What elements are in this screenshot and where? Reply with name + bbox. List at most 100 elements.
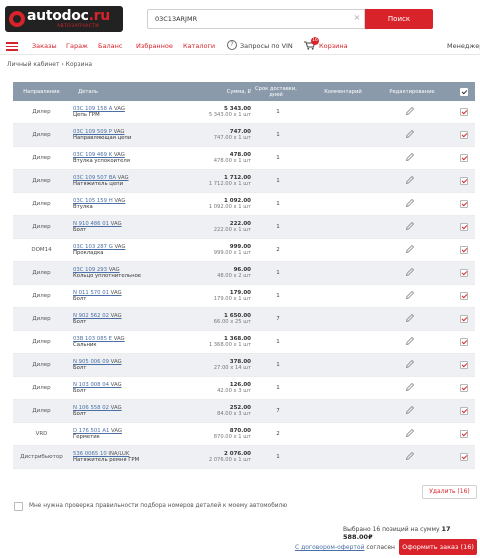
pencil-icon[interactable] — [405, 106, 415, 118]
search-button[interactable]: Поиск — [365, 9, 433, 29]
pencil-icon[interactable] — [405, 267, 415, 279]
edit-cell[interactable] — [402, 262, 418, 284]
part-code[interactable]: 03C 103 287 G — [73, 244, 113, 250]
select-cell[interactable] — [457, 354, 471, 376]
select-cell[interactable] — [457, 308, 471, 330]
pencil-icon[interactable] — [405, 359, 415, 371]
pencil-icon[interactable] — [405, 382, 415, 394]
select-cell[interactable] — [457, 193, 471, 215]
part-code[interactable]: N 905 006 09 — [73, 359, 109, 365]
part-code[interactable]: 03C 109 509 P — [73, 129, 112, 135]
select-cell[interactable] — [457, 147, 471, 169]
part-code[interactable]: 03B 103 085 E — [73, 336, 112, 342]
nav-vin-requests[interactable]: Запросы по VIN — [240, 42, 293, 50]
select-cell[interactable] — [457, 400, 471, 422]
select-cell[interactable] — [457, 170, 471, 192]
row-checkbox[interactable] — [460, 453, 468, 461]
row-term: 7 — [253, 308, 303, 330]
pencil-icon[interactable] — [405, 175, 415, 187]
edit-cell[interactable] — [402, 423, 418, 445]
pencil-icon[interactable] — [405, 451, 415, 463]
select-cell[interactable] — [457, 377, 471, 399]
part-code[interactable]: 536 0065 10 — [73, 451, 107, 457]
nav-cart[interactable]: Корзина — [319, 42, 348, 50]
select-cell[interactable] — [457, 331, 471, 353]
edit-cell[interactable] — [402, 331, 418, 353]
row-checkbox[interactable] — [460, 177, 468, 185]
part-code[interactable]: 03C 109 158 A — [73, 106, 112, 112]
part-code[interactable]: N 103 008 04 — [73, 382, 109, 388]
row-checkbox[interactable] — [460, 384, 468, 392]
row-checkbox[interactable] — [460, 108, 468, 116]
edit-cell[interactable] — [402, 400, 418, 422]
pencil-icon[interactable] — [405, 336, 415, 348]
pencil-icon[interactable] — [405, 313, 415, 325]
select-cell[interactable] — [457, 124, 471, 146]
edit-cell[interactable] — [402, 377, 418, 399]
nav-balance[interactable]: Баланс — [98, 42, 122, 50]
row-checkbox[interactable] — [460, 154, 468, 162]
pencil-icon[interactable] — [405, 221, 415, 233]
pencil-icon[interactable] — [405, 244, 415, 256]
row-checkbox[interactable] — [460, 407, 468, 415]
row-checkbox[interactable] — [460, 361, 468, 369]
part-code[interactable]: N 011 570 01 — [73, 290, 109, 296]
col-select-all[interactable] — [457, 82, 471, 101]
nav-favorites[interactable]: Избранное — [136, 42, 173, 50]
part-code[interactable]: N 106 558 02 — [73, 405, 109, 411]
edit-cell[interactable] — [402, 239, 418, 261]
part-code[interactable]: N 902 562 02 — [73, 313, 109, 319]
checkout-button[interactable]: Оформить заказ (16) — [399, 539, 477, 555]
nav-garage[interactable]: Гараж — [66, 42, 88, 50]
pencil-icon[interactable] — [405, 129, 415, 141]
select-cell[interactable] — [457, 423, 471, 445]
row-checkbox[interactable] — [460, 338, 468, 346]
offer-link[interactable]: С договором-офертой — [295, 544, 364, 551]
row-checkbox[interactable] — [460, 315, 468, 323]
row-checkbox[interactable] — [460, 269, 468, 277]
row-checkbox[interactable] — [460, 292, 468, 300]
edit-cell[interactable] — [402, 354, 418, 376]
edit-cell[interactable] — [402, 147, 418, 169]
menu-icon[interactable] — [6, 42, 18, 51]
clear-search-icon[interactable]: × — [352, 13, 362, 23]
edit-cell[interactable] — [402, 124, 418, 146]
edit-cell[interactable] — [402, 446, 418, 468]
part-code[interactable]: 03C 109 293 — [73, 267, 107, 273]
part-code[interactable]: 03C 109 469 K — [73, 152, 112, 158]
edit-cell[interactable] — [402, 216, 418, 238]
delete-button[interactable]: Удалить (16) — [422, 485, 477, 499]
edit-cell[interactable] — [402, 193, 418, 215]
part-code[interactable]: D 176 501 A1 — [73, 428, 109, 434]
select-cell[interactable] — [457, 239, 471, 261]
edit-cell[interactable] — [402, 101, 418, 123]
edit-cell[interactable] — [402, 170, 418, 192]
pencil-icon[interactable] — [405, 152, 415, 164]
select-cell[interactable] — [457, 216, 471, 238]
nav-orders[interactable]: Заказы — [32, 42, 57, 50]
row-checkbox[interactable] — [460, 131, 468, 139]
row-checkbox[interactable] — [460, 223, 468, 231]
user-menu[interactable]: Менеджер — [447, 42, 480, 50]
select-cell[interactable] — [457, 285, 471, 307]
pencil-icon[interactable] — [405, 428, 415, 440]
row-checkbox[interactable] — [460, 200, 468, 208]
row-checkbox[interactable] — [460, 430, 468, 438]
pencil-icon[interactable] — [405, 290, 415, 302]
search-input[interactable]: 03C13ARJMR — [147, 9, 365, 29]
select-cell[interactable] — [457, 446, 471, 468]
part-code[interactable]: N 910 486 01 — [73, 221, 109, 227]
pencil-icon[interactable] — [405, 198, 415, 210]
nav-catalogs[interactable]: Каталоги — [183, 42, 215, 50]
edit-cell[interactable] — [402, 285, 418, 307]
part-code[interactable]: 03C 105 159 H — [73, 198, 113, 204]
part-code[interactable]: 03C 109 507 BA — [73, 175, 116, 181]
select-all-checkbox[interactable] — [460, 87, 468, 96]
verify-checkbox[interactable] — [14, 502, 23, 511]
row-checkbox[interactable] — [460, 246, 468, 254]
pencil-icon[interactable] — [405, 405, 415, 417]
select-cell[interactable] — [457, 262, 471, 284]
select-cell[interactable] — [457, 101, 471, 123]
edit-cell[interactable] — [402, 308, 418, 330]
site-logo[interactable]: autodoc.ru АВТОЗАПЧАСТИ — [5, 6, 123, 32]
